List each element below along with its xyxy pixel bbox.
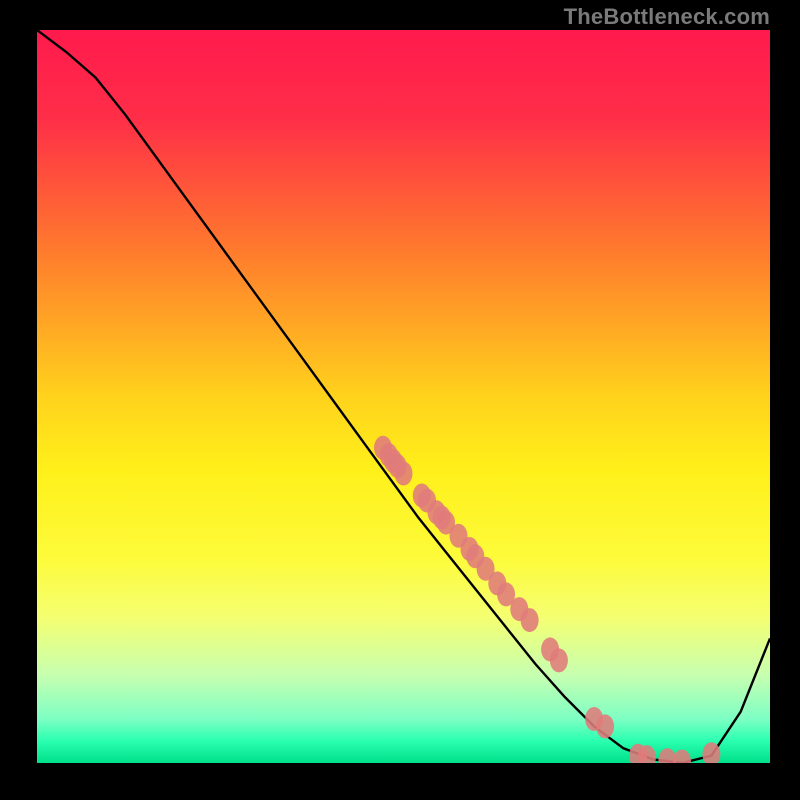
data-point bbox=[550, 648, 568, 672]
attribution-label: TheBottleneck.com bbox=[564, 4, 770, 30]
data-point bbox=[395, 462, 413, 486]
chart-frame: TheBottleneck.com bbox=[0, 0, 800, 800]
bottleneck-chart bbox=[37, 30, 770, 763]
gradient-background bbox=[37, 30, 770, 763]
plot-area bbox=[37, 30, 770, 763]
data-point bbox=[521, 608, 539, 632]
data-point bbox=[596, 714, 614, 738]
